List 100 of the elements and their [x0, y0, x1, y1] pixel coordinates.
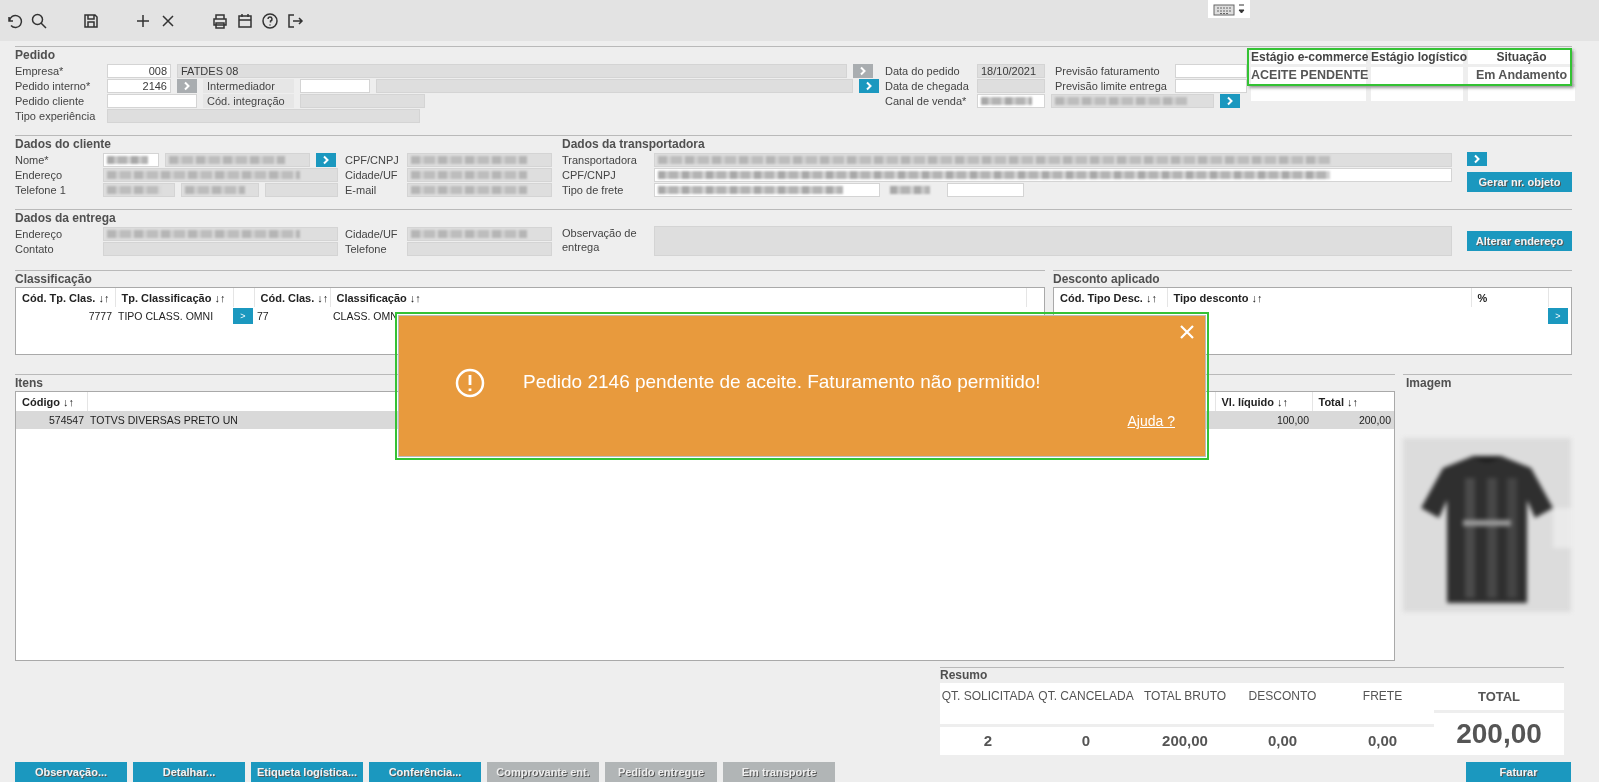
- total-value: 200,00: [1455, 717, 1543, 751]
- section-title: Classificação: [15, 272, 92, 287]
- column-header[interactable]: Cód. Clas. ↓↑: [254, 288, 330, 307]
- chevron-icon: [182, 80, 192, 91]
- input-field[interactable]: [1051, 93, 1214, 108]
- field-label: E-mail: [345, 183, 378, 196]
- status-value: Em Andamento: [1468, 67, 1575, 84]
- field-label: Telefone 1: [15, 183, 67, 196]
- table-cell: 77: [254, 307, 330, 325]
- lookup-button[interactable]: [316, 152, 336, 167]
- input-field[interactable]: [654, 226, 1452, 256]
- input-field[interactable]: [654, 182, 880, 197]
- column-header[interactable]: %: [1471, 288, 1548, 307]
- lookup-button[interactable]: [1467, 152, 1487, 166]
- input-field[interactable]: 008: [107, 63, 171, 78]
- input-field[interactable]: [977, 78, 1045, 93]
- section-title: Itens: [15, 376, 43, 391]
- input-field[interactable]: [376, 78, 853, 93]
- input-field[interactable]: [107, 93, 197, 108]
- lookup-button[interactable]: [1220, 93, 1240, 108]
- field-label: Canal de venda*: [885, 94, 968, 107]
- section-title: Imagem: [1405, 376, 1452, 391]
- input-field[interactable]: [1175, 63, 1247, 78]
- input-field[interactable]: [165, 152, 310, 167]
- input-field[interactable]: [407, 226, 552, 241]
- lookup-button[interactable]: [859, 78, 879, 93]
- column-header[interactable]: Tipo desconto ↓↑: [1167, 288, 1471, 307]
- summary-value: 0,00: [1331, 724, 1434, 755]
- table-cell: TIPO CLASS. OMNI: [115, 307, 233, 325]
- input-field[interactable]: [103, 152, 159, 167]
- input-field[interactable]: FATDES 08: [177, 63, 847, 78]
- field-label: Data de chegada: [885, 79, 970, 92]
- input-field[interactable]: 18/10/2021: [977, 63, 1045, 78]
- field-label: Data do pedido: [885, 64, 961, 77]
- input-field[interactable]: [407, 167, 552, 182]
- section-title: Dados do cliente: [15, 137, 112, 152]
- field-label: Previsão faturamento: [1054, 63, 1161, 78]
- section-title: Resumo: [940, 668, 988, 683]
- input-field[interactable]: [300, 78, 370, 93]
- table-cell: 574547: [16, 411, 87, 429]
- summary-value: 0,00: [1234, 724, 1331, 755]
- column-header[interactable]: Classificação ↓↑: [330, 288, 1026, 307]
- save-icon[interactable]: [82, 11, 100, 30]
- section-title: Pedido: [15, 48, 55, 63]
- input-field[interactable]: [107, 108, 420, 123]
- print-icon[interactable]: [211, 11, 229, 30]
- summary-label: FRETE: [1361, 688, 1404, 705]
- input-field[interactable]: [300, 93, 425, 108]
- status-value: ACEITE PENDENTE: [1251, 67, 1366, 84]
- column-header[interactable]: Cód. Tp. Clas. ↓↑: [16, 288, 115, 307]
- column-header: Estágio e-commerce: [1251, 50, 1366, 64]
- chevron-icon: [864, 80, 874, 91]
- column-header[interactable]: Tp. Classificação ↓↑: [115, 288, 233, 307]
- summary-value: 2: [940, 724, 1036, 755]
- field-label: CPF/CNPJ: [345, 153, 400, 166]
- section-title: Desconto aplicado: [1053, 272, 1160, 287]
- input-field[interactable]: [654, 152, 1452, 167]
- input-field[interactable]: [181, 182, 259, 197]
- field-label: Telefone: [345, 242, 388, 255]
- input-field[interactable]: [1175, 78, 1247, 93]
- input-field[interactable]: [265, 182, 338, 197]
- chevron-icon: [1472, 154, 1482, 164]
- field-label: Empresa*: [15, 64, 65, 77]
- field-label: Previsão limite entrega: [1054, 78, 1168, 93]
- column-header: Situação: [1468, 50, 1575, 64]
- input-field[interactable]: [407, 182, 552, 197]
- toast-message: Pedido 2146 pendente de aceite. Faturamento não permitido!: [523, 371, 1041, 393]
- summary-label: DESCONTO: [1247, 688, 1318, 705]
- field-label: Tipo de frete: [562, 183, 625, 196]
- field-label: Tipo experiência: [15, 109, 97, 122]
- input-field[interactable]: [103, 241, 338, 256]
- field-label: Observação de entrega: [562, 226, 638, 255]
- field-label: Nome*: [15, 153, 50, 166]
- input-field[interactable]: [654, 167, 1452, 182]
- field-label: Intermediador: [203, 78, 294, 93]
- input-field[interactable]: [407, 241, 552, 256]
- table-cell: 100,00: [1215, 411, 1312, 429]
- field-label: Endereço: [15, 227, 64, 240]
- exit-icon[interactable]: [286, 11, 304, 30]
- caret-icon[interactable]: [1238, 3, 1245, 15]
- summary-label: QT. CANCELADA: [1037, 688, 1135, 705]
- summary-value: 0: [1036, 724, 1136, 755]
- section-title: Dados da entrega: [15, 211, 116, 226]
- chevron-icon: [321, 154, 331, 165]
- search-icon[interactable]: [30, 11, 48, 30]
- calendar-icon[interactable]: [236, 11, 254, 30]
- input-field[interactable]: [103, 182, 175, 197]
- input-field[interactable]: [407, 152, 552, 167]
- keyboard-icon[interactable]: [1213, 2, 1235, 16]
- field-label: Contato: [15, 242, 55, 255]
- input-field[interactable]: [947, 182, 1024, 197]
- input-field[interactable]: [103, 167, 338, 182]
- input-field[interactable]: [977, 93, 1045, 108]
- input-field[interactable]: 2146: [107, 78, 171, 93]
- field-label: Cidade/UF: [345, 227, 399, 240]
- field-label: CPF/CNPJ: [562, 168, 617, 181]
- column-header[interactable]: Cód. Tipo Desc. ↓↑: [1054, 288, 1167, 307]
- help-icon[interactable]: [261, 11, 279, 30]
- field-label: Pedido interno*: [15, 79, 92, 92]
- input-field[interactable]: [103, 226, 338, 241]
